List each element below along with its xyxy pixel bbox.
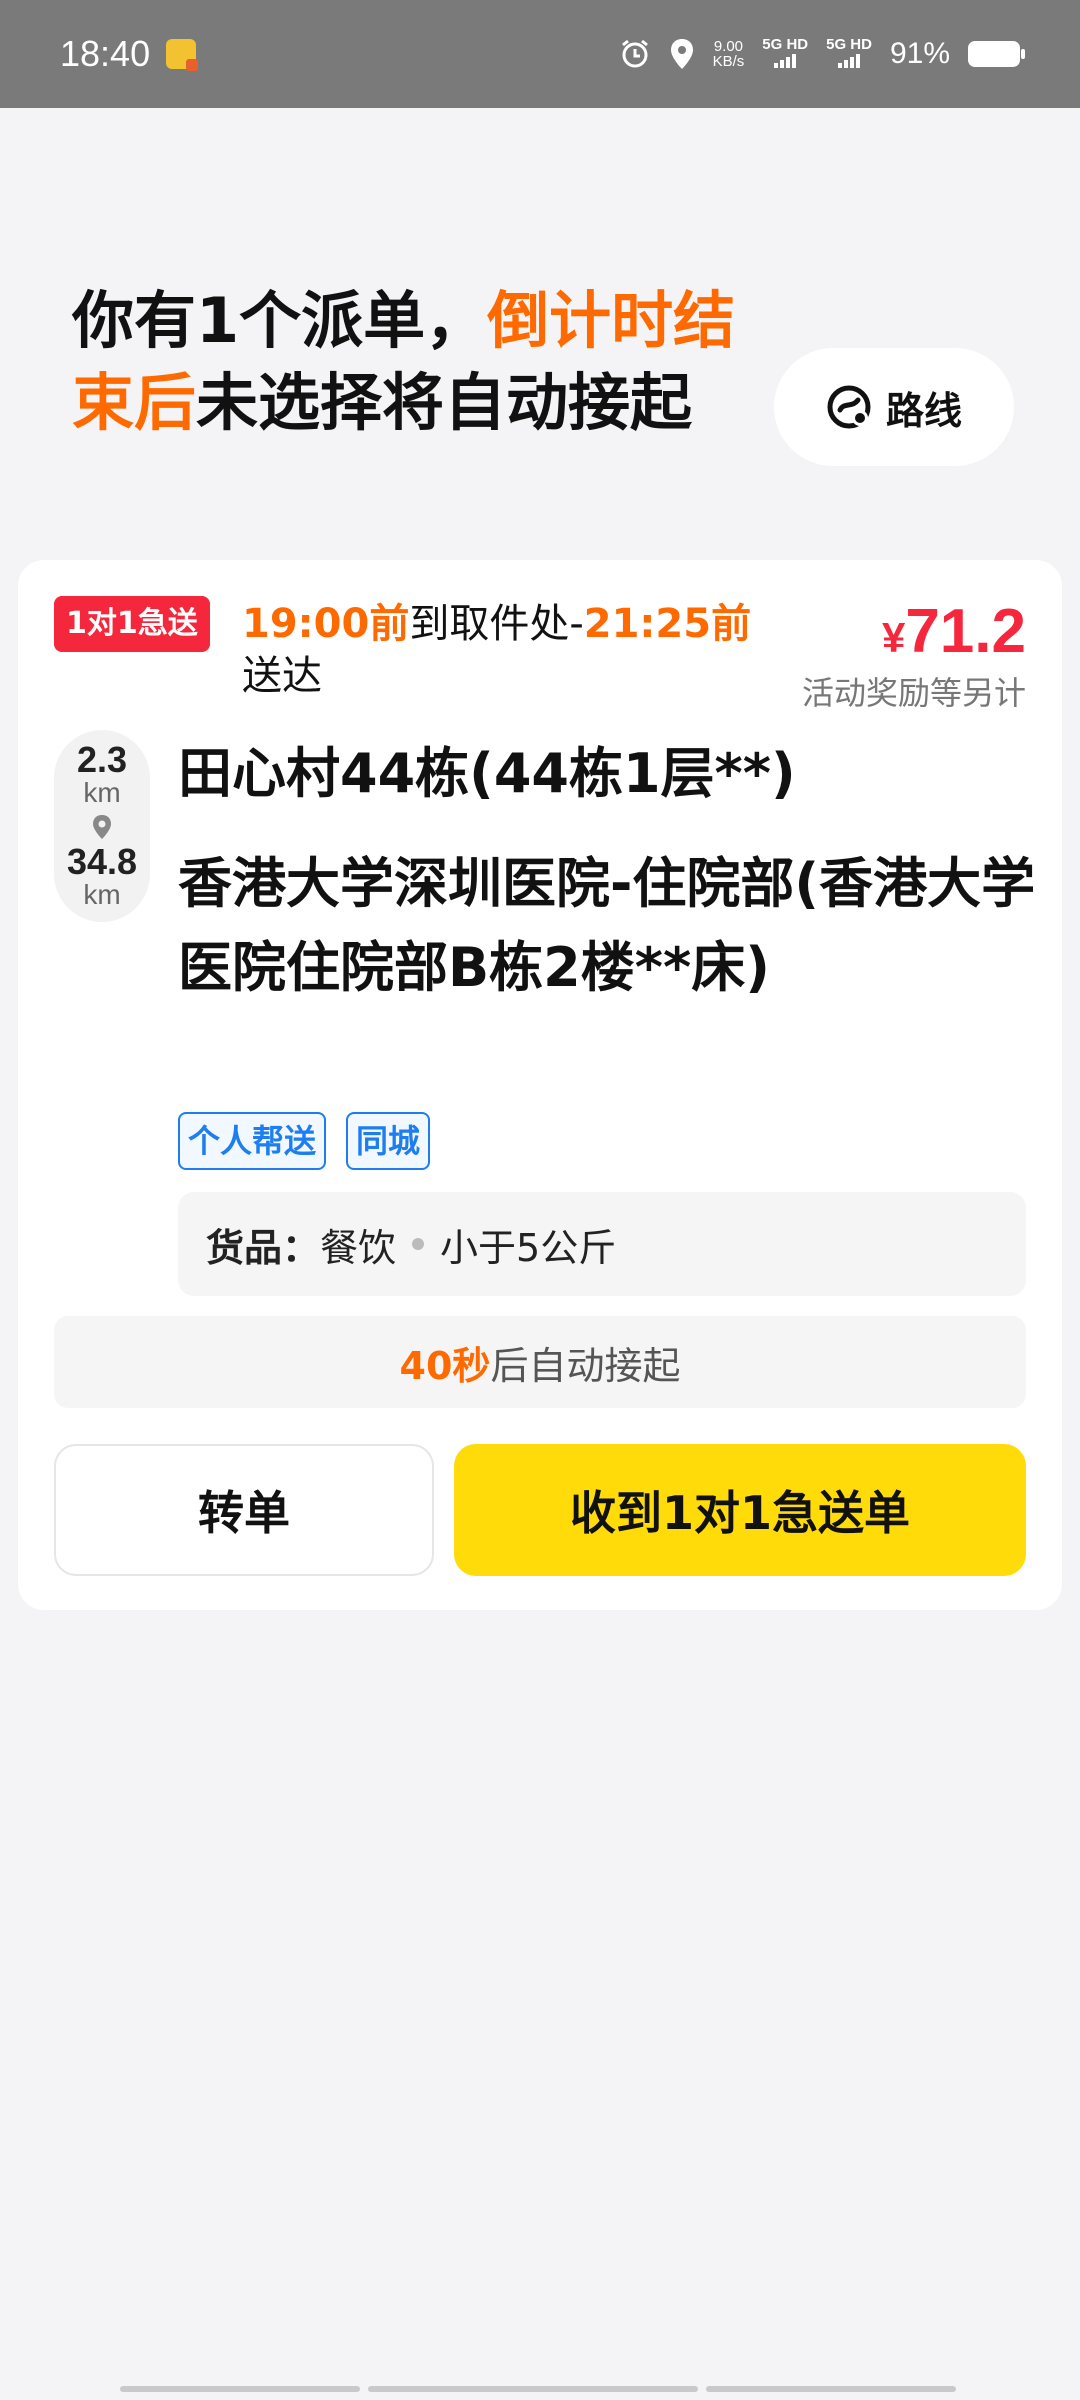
order-price: ¥71.2 (882, 596, 1026, 667)
order-card[interactable]: 1对1急送 19:00前到取件处-21:25前送达 ¥71.2 活动奖励等另计 … (18, 560, 1062, 1610)
dispatch-headline: 你有1个派单，倒计时结束后未选择将自动接起 (72, 280, 752, 444)
network-speed: 9.00 KB/s (713, 39, 745, 69)
separator-dot (412, 1238, 425, 1250)
sim1-label: 5G HD (762, 36, 809, 53)
pickup-address: 田心村44栋(44栋1层**) (178, 742, 796, 805)
goods-label: 货品： (206, 1225, 321, 1270)
goods-info: 货品： 餐饮 小于5公斤 (178, 1192, 1026, 1296)
delivery-distance-unit: km (83, 879, 121, 910)
tag-personal-delivery: 个人帮送 (178, 1112, 327, 1170)
route-button[interactable]: 路线 (774, 348, 1014, 466)
battery-percent: 91% (889, 37, 950, 70)
goods-weight: 小于5公斤 (440, 1225, 617, 1270)
battery-icon (968, 41, 1025, 67)
location-icon (669, 38, 695, 70)
status-time: 18:40 (60, 33, 151, 74)
headline-part1: 你有1个派单， (72, 284, 488, 357)
transfer-order-button[interactable]: 转单 (54, 1444, 434, 1576)
app-notification-icon (166, 39, 199, 71)
headline-part3: 未选择将自动接起 (196, 366, 693, 439)
countdown-seconds: 40秒 (399, 1343, 491, 1388)
countdown-text: 后自动接起 (490, 1343, 681, 1388)
sim2-label: 5G HD (826, 36, 872, 53)
delivery-distance: 34.8 (66, 841, 138, 882)
signal-sim2: 5G HD (826, 37, 872, 71)
status-bar: 18:40 9.00 KB/s 5G HD 5G HD 91% (0, 0, 1080, 108)
pickup-deadline: 19:00前 (242, 601, 410, 647)
dropoff-address: 香港大学深圳医院-住院部(香港大学医院住院部B栋2楼**床) (178, 852, 1036, 999)
route-icon (827, 385, 871, 429)
delivery-timeline: 19:00前到取件处-21:25前送达 (242, 598, 772, 702)
pin-icon (93, 815, 111, 839)
route-button-label: 路线 (885, 388, 962, 433)
gesture-bar (120, 2386, 956, 2392)
reward-note: 活动奖励等另计 (801, 674, 1026, 712)
goods-type: 餐饮 (320, 1225, 397, 1270)
signal-sim1: 5G HD (762, 37, 808, 71)
distance-pill: 2.3 km 34.8 km (54, 730, 150, 922)
price-amount: 71.2 (905, 597, 1026, 666)
speed-unit: KB/s (712, 53, 745, 70)
tag-same-city: 同城 (346, 1112, 431, 1170)
urgent-badge: 1对1急送 (54, 596, 210, 652)
accept-order-button[interactable]: 收到1对1急送单 (454, 1444, 1026, 1576)
price-currency: ¥ (881, 614, 906, 661)
pickup-distance-unit: km (83, 777, 121, 808)
signal-bars-icon (838, 54, 861, 68)
order-tags: 个人帮送 同城 (178, 1112, 431, 1170)
pickup-distance: 2.3 (76, 739, 128, 780)
alarm-icon (619, 38, 651, 70)
delivery-deadline: 21:25前 (583, 601, 752, 647)
auto-accept-countdown: 40秒 后自动接起 (54, 1316, 1026, 1408)
to-pickup-text: 到取件处- (409, 601, 584, 647)
deliver-text: 送达 (242, 653, 322, 699)
signal-bars-icon (774, 54, 797, 68)
